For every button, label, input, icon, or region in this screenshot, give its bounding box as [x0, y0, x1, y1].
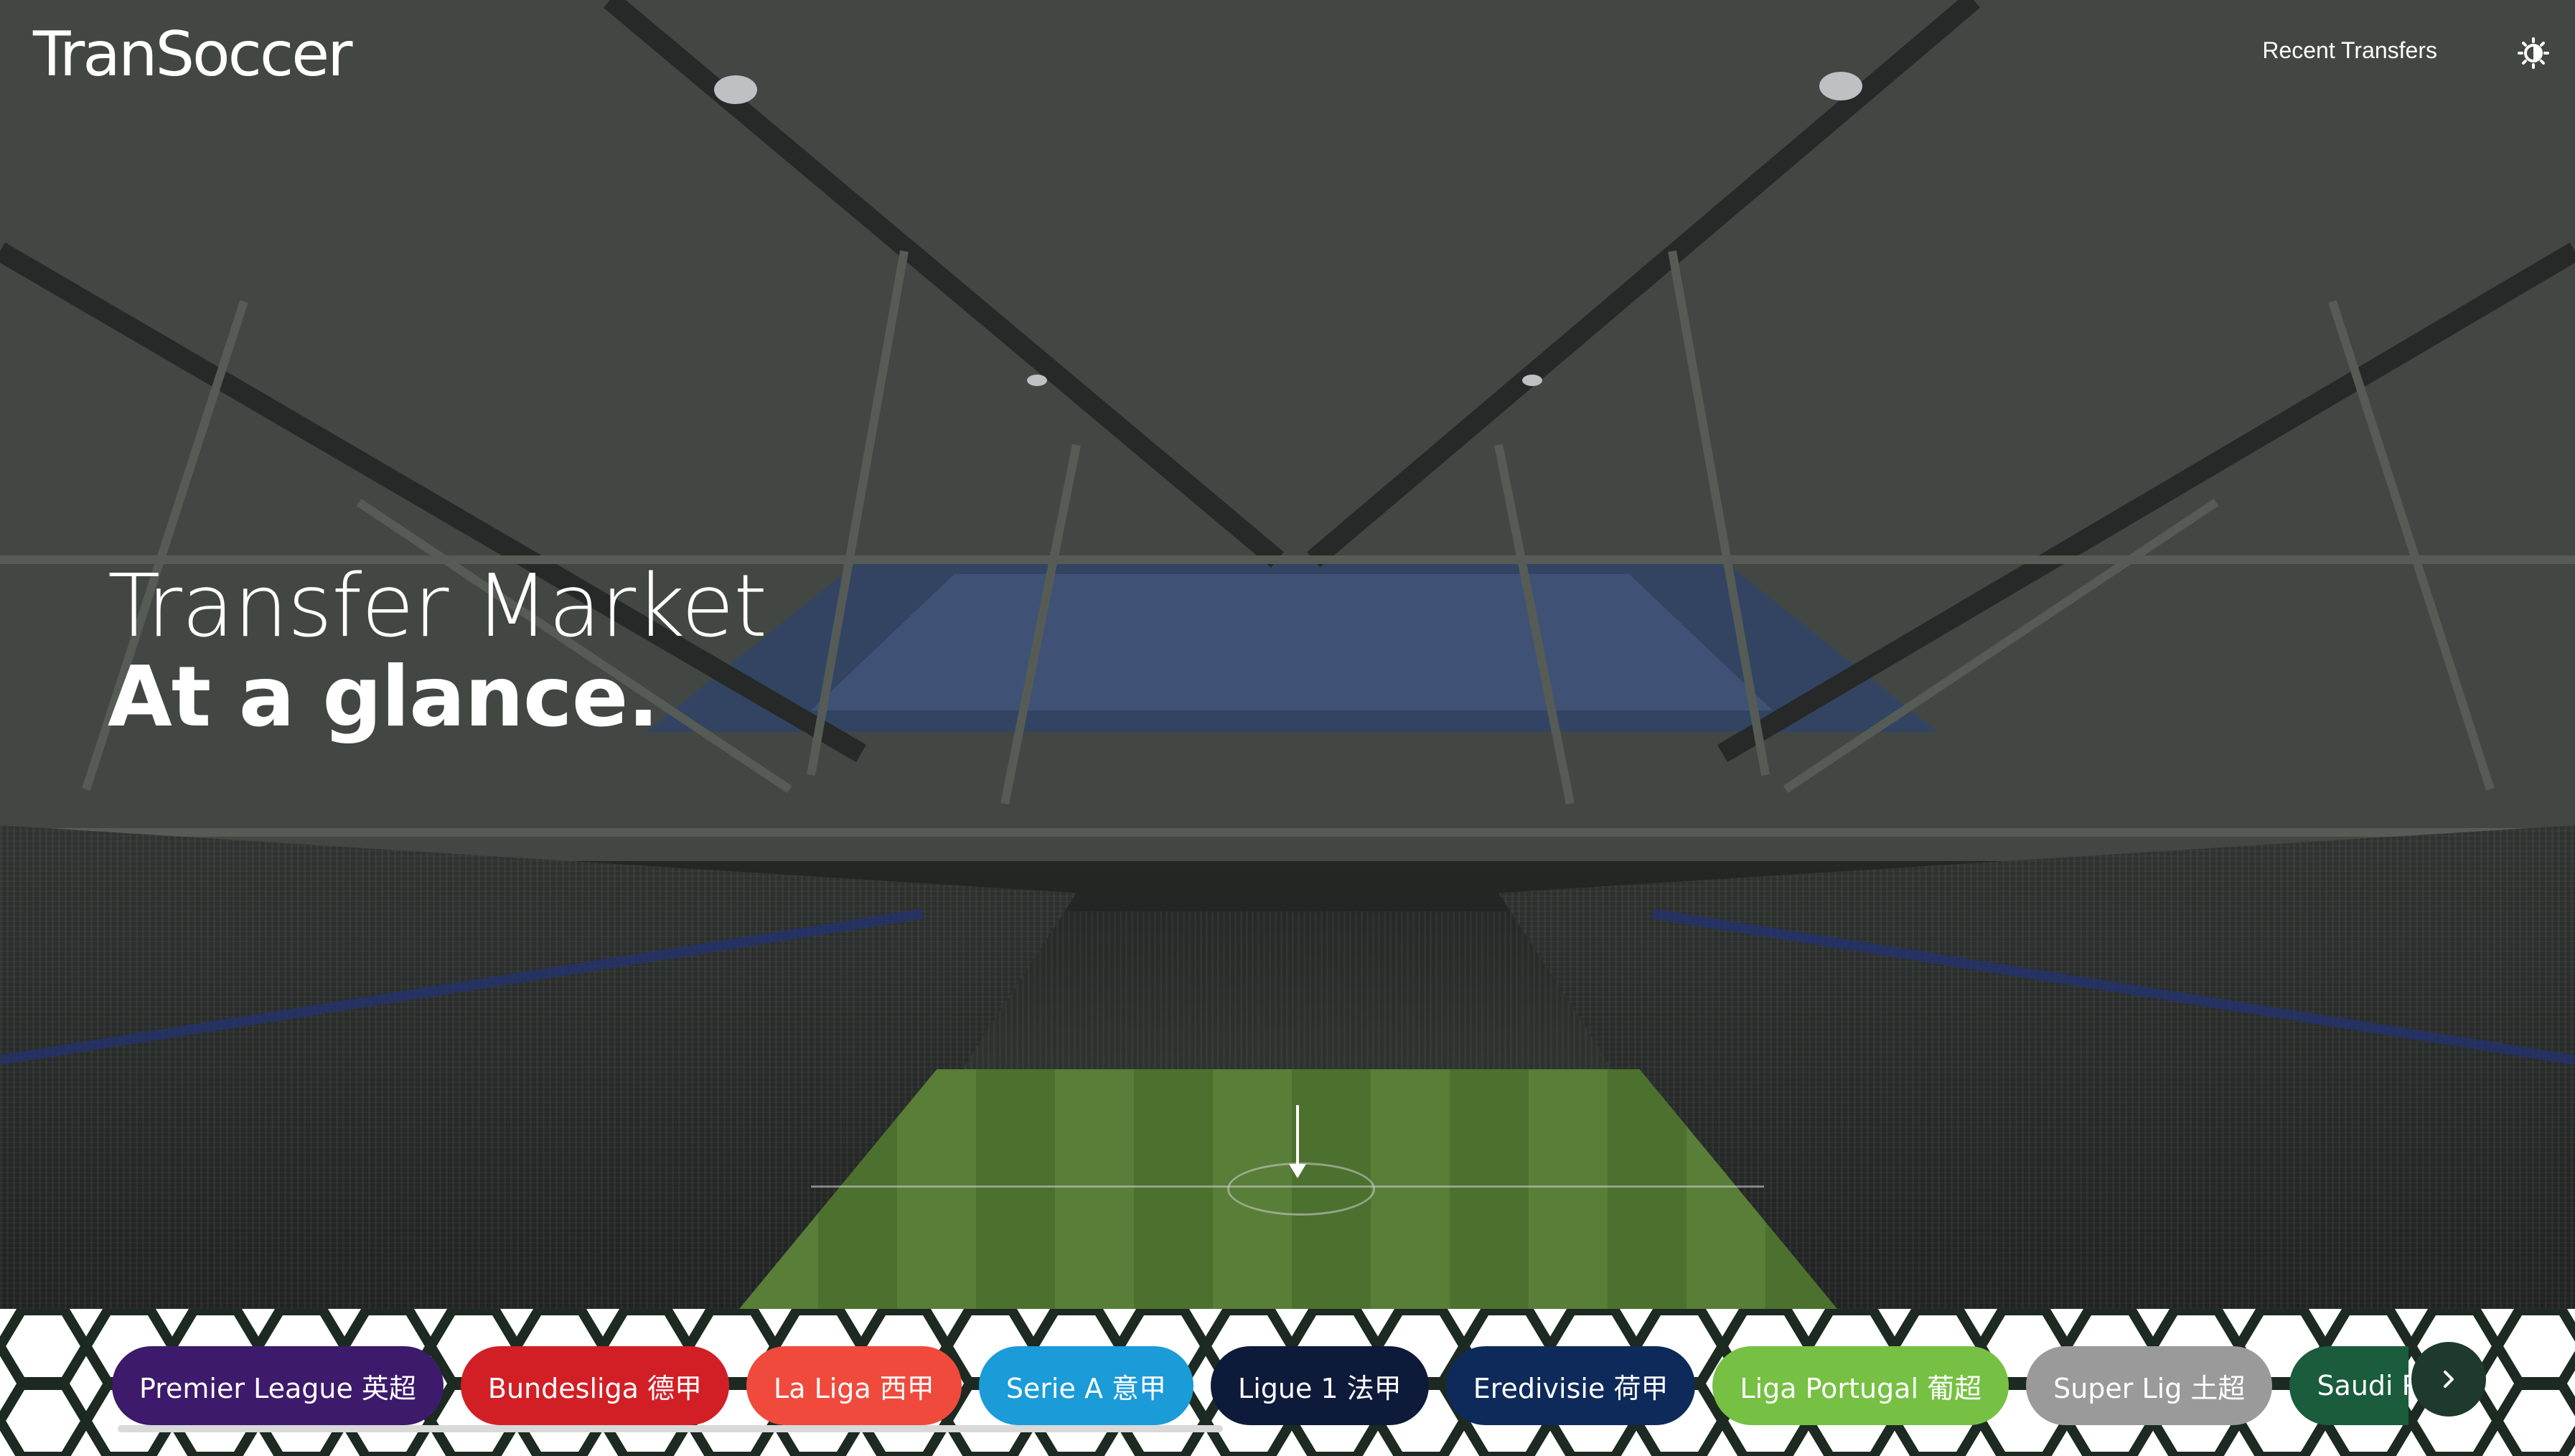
- scroll-down-icon[interactable]: [1296, 1105, 1299, 1170]
- league-scrollbar[interactable]: [118, 1425, 1223, 1432]
- site-logo[interactable]: TranSoccer: [33, 19, 352, 90]
- league-pill-list: Premier League 英超 Bundesliga 德甲 La Liga …: [112, 1346, 2409, 1425]
- league-pill-super-lig[interactable]: Super Lig 土超: [2026, 1346, 2273, 1425]
- league-pill-ligue-1[interactable]: Ligue 1 法甲: [1211, 1346, 1429, 1425]
- league-pill-premier-league[interactable]: Premier League 英超: [112, 1346, 444, 1425]
- league-pill-serie-a[interactable]: Serie A 意甲: [978, 1346, 1194, 1425]
- scroll-down-arrowhead[interactable]: [1289, 1164, 1306, 1178]
- hero-subtitle: At a glance.: [108, 649, 659, 746]
- next-leagues-button[interactable]: [2411, 1342, 2486, 1417]
- chevron-right-icon: [2444, 1371, 2454, 1388]
- brightness-icon[interactable]: [2518, 37, 2549, 69]
- league-pill-saudi-pro-league[interactable]: Saudi Pro League: [2289, 1346, 2409, 1425]
- league-pill-bundesliga[interactable]: Bundesliga 德甲: [460, 1346, 730, 1425]
- recent-transfers-link[interactable]: Recent Transfers: [2262, 37, 2437, 64]
- league-pill-la-liga[interactable]: La Liga 西甲: [746, 1346, 962, 1425]
- hero-title: Transfer Market: [108, 557, 767, 657]
- league-selector-bar: Premier League 英超 Bundesliga 德甲 La Liga …: [0, 1309, 2575, 1456]
- league-pill-liga-portugal[interactable]: Liga Portugal 葡超: [1712, 1346, 2009, 1425]
- league-pill-eredivisie[interactable]: Eredivisie 荷甲: [1445, 1346, 1696, 1425]
